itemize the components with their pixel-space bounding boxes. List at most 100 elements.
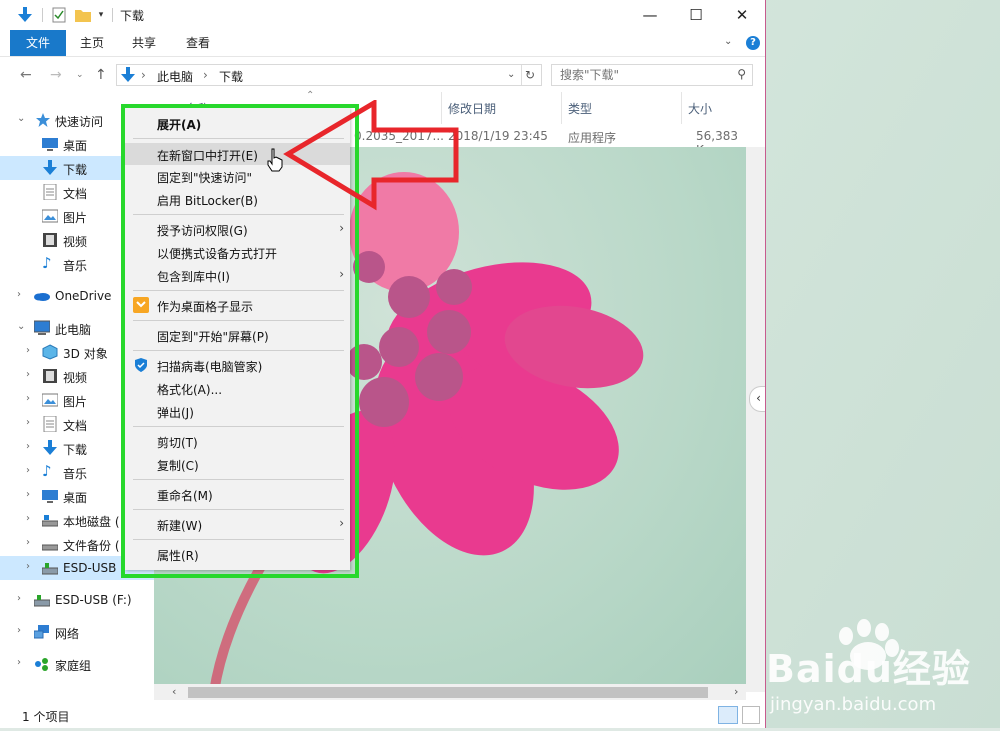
recent-locations-icon[interactable]: ⌄ bbox=[76, 70, 84, 80]
column-divider bbox=[681, 92, 682, 124]
qa-separator bbox=[42, 8, 43, 22]
breadcrumb-downloads[interactable]: 下载 bbox=[219, 68, 243, 85]
download-icon bbox=[121, 67, 135, 86]
sidebar-item-network[interactable]: › 网络 bbox=[0, 620, 154, 644]
forward-button[interactable]: → bbox=[50, 67, 62, 83]
up-button[interactable]: ↑ bbox=[95, 67, 107, 83]
address-bar[interactable]: › 此电脑 › 下载 ⌄ ↻ bbox=[116, 64, 542, 86]
file-date: 2018/1/19 23:45 bbox=[448, 129, 548, 143]
refresh-icon[interactable]: ↻ bbox=[525, 68, 535, 82]
file-type: 应用程序 bbox=[568, 131, 617, 145]
sidebar-item-label: ESD-USB (F:) bbox=[55, 593, 132, 607]
sidebar-item-label: 下载 bbox=[63, 163, 88, 177]
network-icon bbox=[33, 624, 50, 640]
address-row: ← → ⌄ ↑ › 此电脑 › 下载 ⌄ ↻ ⚲ bbox=[0, 56, 765, 92]
chevron-right-icon[interactable]: › bbox=[26, 513, 30, 524]
cube-icon bbox=[42, 344, 58, 360]
sidebar-item-label: 视频 bbox=[63, 235, 88, 249]
breadcrumb-this-pc[interactable]: 此电脑 bbox=[157, 68, 193, 85]
chevron-right-icon[interactable]: › bbox=[26, 369, 30, 380]
expand-ribbon-icon[interactable]: ⌄ bbox=[724, 36, 732, 47]
item-count: 1 个项目 bbox=[22, 710, 70, 724]
sidebar-item-label: 3D 对象 bbox=[63, 347, 108, 361]
sidebar-item-label: 文件备份 ( bbox=[63, 539, 120, 553]
tab-view[interactable]: 查看 bbox=[178, 30, 218, 56]
address-divider bbox=[521, 65, 522, 85]
explorer-window: ▾ 下载 — ☐ ✕ 文件 主页 共享 查看 ⌄ ? ← → ⌄ ↑ › 此电脑… bbox=[0, 0, 766, 728]
chevron-right-icon[interactable]: › bbox=[17, 657, 21, 668]
customize-qa-icon[interactable]: ▾ bbox=[95, 7, 107, 23]
close-button[interactable]: ✕ bbox=[719, 0, 765, 30]
chevron-right-icon[interactable]: › bbox=[26, 465, 30, 476]
cloud-icon bbox=[33, 288, 50, 304]
drive-icon bbox=[41, 536, 59, 552]
sidebar-item-label: 文档 bbox=[63, 187, 88, 201]
chevron-down-icon[interactable]: ⌄ bbox=[17, 113, 25, 124]
chevron-right-icon[interactable]: › bbox=[26, 489, 30, 500]
desktop-icon bbox=[42, 136, 58, 152]
qa-separator bbox=[112, 8, 113, 22]
baidu-watermark: Baidu经验 jingyan.baidu.com bbox=[766, 618, 1000, 728]
chevron-right-icon[interactable]: › bbox=[26, 345, 30, 356]
chevron-right-icon[interactable]: › bbox=[26, 441, 30, 452]
large-icons-view-icon[interactable] bbox=[742, 706, 760, 724]
chevron-down-icon[interactable]: ⌄ bbox=[17, 321, 25, 332]
chevron-right-icon[interactable]: › bbox=[17, 593, 21, 604]
help-icon[interactable]: ? bbox=[746, 36, 760, 50]
title-bar: ▾ 下载 — ☐ ✕ bbox=[0, 0, 765, 30]
horizontal-scrollbar[interactable]: ‹ › bbox=[154, 684, 746, 701]
download-icon bbox=[16, 7, 34, 23]
search-box[interactable]: ⚲ bbox=[551, 64, 753, 86]
ribbon-tabs: 文件 主页 共享 查看 ⌄ ? bbox=[0, 30, 765, 57]
usb-icon bbox=[33, 592, 51, 608]
music-icon: ♪ bbox=[42, 462, 52, 480]
back-button[interactable]: ← bbox=[20, 67, 32, 83]
breadcrumb-chevron-icon: › bbox=[203, 68, 208, 82]
sidebar-item-label: 桌面 bbox=[63, 139, 88, 153]
chevron-right-icon[interactable]: › bbox=[26, 393, 30, 404]
chevron-right-icon[interactable]: › bbox=[26, 537, 30, 548]
sidebar-item-label: 图片 bbox=[63, 211, 88, 225]
pane-toggle-button[interactable]: ‹ bbox=[749, 386, 765, 412]
watermark-brand: Baidu经验 bbox=[766, 647, 971, 691]
music-icon: ♪ bbox=[42, 254, 52, 272]
column-header-type[interactable]: 类型 bbox=[568, 100, 592, 117]
properties-icon[interactable] bbox=[50, 7, 68, 23]
sidebar-item-label: 家庭组 bbox=[55, 659, 92, 673]
column-header-size[interactable]: 大小 bbox=[688, 100, 712, 117]
new-folder-icon[interactable] bbox=[74, 7, 92, 23]
sidebar-item-label: 视频 bbox=[63, 371, 88, 385]
picture-icon bbox=[41, 392, 59, 408]
sidebar-item-label: 本地磁盘 ( bbox=[63, 515, 120, 529]
tab-file[interactable]: 文件 bbox=[10, 30, 66, 56]
pointer-arrow-icon bbox=[280, 98, 460, 215]
horizontal-scroll-thumb[interactable] bbox=[188, 687, 708, 698]
breadcrumb-chevron-icon: › bbox=[141, 68, 146, 82]
video-icon bbox=[42, 232, 58, 248]
sidebar-item-label: 此电脑 bbox=[55, 323, 92, 337]
scroll-right-icon[interactable]: › bbox=[734, 685, 738, 698]
desktop-icon bbox=[42, 488, 58, 504]
vertical-scrollbar[interactable] bbox=[746, 147, 765, 692]
sidebar-item-label: 图片 bbox=[63, 395, 88, 409]
search-input[interactable] bbox=[558, 67, 732, 83]
sidebar-item-homegroup[interactable]: › 家庭组 bbox=[0, 652, 154, 676]
document-icon bbox=[42, 415, 58, 433]
maximize-button[interactable]: ☐ bbox=[673, 0, 719, 30]
details-view-icon[interactable] bbox=[718, 706, 738, 724]
sidebar-item-esd-usb-f[interactable]: › ESD-USB (F:) bbox=[0, 588, 154, 612]
minimize-button[interactable]: — bbox=[627, 0, 673, 30]
sidebar-item-label: 音乐 bbox=[63, 467, 88, 481]
address-dropdown-icon[interactable]: ⌄ bbox=[507, 69, 515, 80]
chevron-right-icon[interactable]: › bbox=[17, 289, 21, 300]
sidebar-item-label: OneDrive bbox=[55, 289, 112, 303]
tab-share[interactable]: 共享 bbox=[124, 30, 164, 56]
tab-home[interactable]: 主页 bbox=[72, 30, 112, 56]
sidebar-item-label: 快速访问 bbox=[55, 115, 104, 129]
scroll-left-icon[interactable]: ‹ bbox=[172, 685, 176, 698]
chevron-right-icon[interactable]: › bbox=[26, 561, 30, 572]
picture-icon bbox=[41, 208, 59, 224]
chevron-right-icon[interactable]: › bbox=[17, 625, 21, 636]
search-icon: ⚲ bbox=[737, 67, 746, 81]
chevron-right-icon[interactable]: › bbox=[26, 417, 30, 428]
